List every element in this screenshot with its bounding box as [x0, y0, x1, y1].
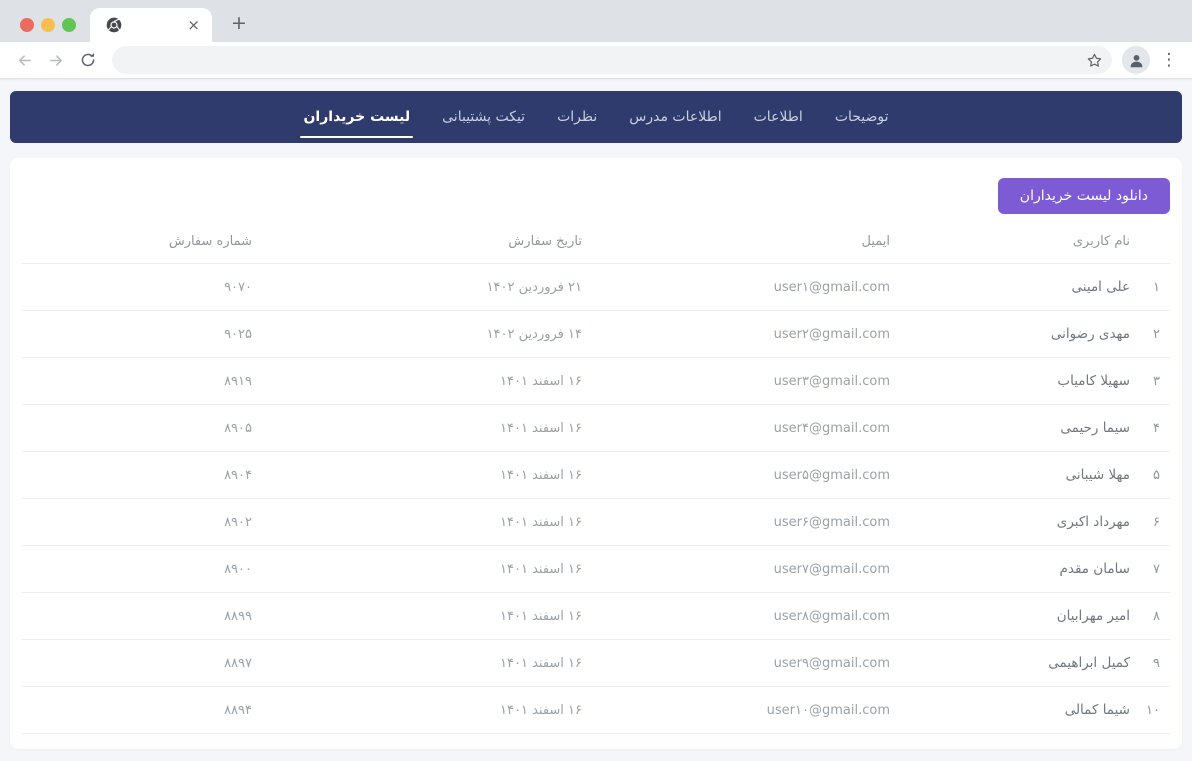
site-favicon-icon — [106, 17, 122, 33]
cell-order-number: ۸۹۰۲ — [22, 499, 258, 546]
cell-order-number: ۸۹۰۴ — [22, 452, 258, 499]
cell-username: کمیل ابراهیمی — [896, 640, 1136, 687]
tab-information[interactable]: اطلاعات — [753, 105, 804, 129]
table-row: ۹ کمیل ابراهیمی user۹@gmail.com ۱۶ اسفند… — [22, 640, 1170, 687]
cell-email: user۳@gmail.com — [588, 358, 896, 405]
cell-row-number: ۵ — [1136, 452, 1170, 499]
tab-descriptions[interactable]: توضیحات — [834, 105, 890, 129]
header-row-number — [1136, 224, 1170, 264]
page-background: توضیحات اطلاعات اطلاعات مدرس نظرات تیکت … — [0, 79, 1192, 761]
table-row: ۷ سامان مقدم user۷@gmail.com ۱۶ اسفند ۱۴… — [22, 546, 1170, 593]
tab-support-ticket[interactable]: تیکت پشتیبانی — [441, 105, 526, 129]
cell-order-date: ۱۶ اسفند ۱۴۰۱ — [258, 405, 588, 452]
cell-email: user۴@gmail.com — [588, 405, 896, 452]
cell-row-number: ۶ — [1136, 499, 1170, 546]
cell-order-number: ۸۹۰۵ — [22, 405, 258, 452]
profile-avatar-button[interactable] — [1122, 46, 1150, 74]
browser-tab[interactable]: × — [90, 8, 212, 42]
course-tabs-bar: توضیحات اطلاعات اطلاعات مدرس نظرات تیکت … — [10, 91, 1182, 143]
cell-username: مهدی رضوانی — [896, 311, 1136, 358]
new-tab-button[interactable]: + — [228, 13, 250, 35]
browser-menu-icon[interactable]: ⋮ — [1160, 50, 1178, 70]
cell-email: user۱@gmail.com — [588, 264, 896, 311]
cell-email: user۹@gmail.com — [588, 640, 896, 687]
cell-username: مهلا شیبانی — [896, 452, 1136, 499]
cell-order-number: ۸۸۹۷ — [22, 640, 258, 687]
buyers-card: دانلود لیست خریداران نام کاربری ایمیل تا… — [10, 158, 1182, 749]
browser-titlebar: × + — [0, 0, 1192, 42]
table-row: ۱ علی امینی user۱@gmail.com ۲۱ فروردین ۱… — [22, 264, 1170, 311]
user-avatar-icon — [1128, 52, 1145, 69]
table-row: ۵ مهلا شیبانی user۵@gmail.com ۱۶ اسفند ۱… — [22, 452, 1170, 499]
window-controls — [20, 18, 76, 32]
header-username: نام کاربری — [896, 224, 1136, 264]
cell-order-date: ۱۶ اسفند ۱۴۰۱ — [258, 640, 588, 687]
cell-row-number: ۹ — [1136, 640, 1170, 687]
url-input[interactable] — [112, 46, 1112, 74]
bookmark-star-icon[interactable] — [1086, 52, 1103, 69]
cell-row-number: ۱ — [1136, 264, 1170, 311]
cell-email: user۵@gmail.com — [588, 452, 896, 499]
cell-order-number: ۹۰۲۵ — [22, 311, 258, 358]
cell-row-number: ۴ — [1136, 405, 1170, 452]
cell-order-number: ۸۸۹۹ — [22, 593, 258, 640]
table-row: ۲ مهدی رضوانی user۲@gmail.com ۱۴ فروردین… — [22, 311, 1170, 358]
header-order-number: شماره سفارش — [22, 224, 258, 264]
table-row: ۶ مهرداد اکبری user۶@gmail.com ۱۶ اسفند … — [22, 499, 1170, 546]
buyers-table: نام کاربری ایمیل تاریخ سفارش شماره سفارش… — [22, 224, 1170, 734]
cell-order-number: ۸۹۰۰ — [22, 546, 258, 593]
cell-email: user۶@gmail.com — [588, 499, 896, 546]
table-row: ۳ سهیلا کامیاب user۳@gmail.com ۱۶ اسفند … — [22, 358, 1170, 405]
cell-email: user۱۰@gmail.com — [588, 687, 896, 734]
table-row: ۸ امیر مهرابیان user۸@gmail.com ۱۶ اسفند… — [22, 593, 1170, 640]
cell-order-number: ۹۰۷۰ — [22, 264, 258, 311]
cell-username: سامان مقدم — [896, 546, 1136, 593]
cell-order-date: ۱۶ اسفند ۱۴۰۱ — [258, 452, 588, 499]
tab-buyers-list[interactable]: لیست خریداران — [302, 105, 411, 129]
cell-order-date: ۱۶ اسفند ۱۴۰۱ — [258, 687, 588, 734]
header-order-date: تاریخ سفارش — [258, 224, 588, 264]
cell-username: سهیلا کامیاب — [896, 358, 1136, 405]
browser-toolbar: ⋮ — [0, 42, 1192, 79]
maximize-window-button[interactable] — [62, 18, 76, 32]
minimize-window-button[interactable] — [41, 18, 55, 32]
header-email: ایمیل — [588, 224, 896, 264]
card-actions-row: دانلود لیست خریداران — [22, 178, 1170, 214]
cell-order-date: ۱۴ فروردین ۱۴۰۲ — [258, 311, 588, 358]
cell-username: امیر مهرابیان — [896, 593, 1136, 640]
cell-order-date: ۱۶ اسفند ۱۴۰۱ — [258, 546, 588, 593]
table-row: ۱۰ شیما کمالی user۱۰@gmail.com ۱۶ اسفند … — [22, 687, 1170, 734]
cell-email: user۸@gmail.com — [588, 593, 896, 640]
table-row: ۴ سیما رحیمی user۴@gmail.com ۱۶ اسفند ۱۴… — [22, 405, 1170, 452]
close-tab-icon[interactable]: × — [187, 18, 200, 33]
cell-username: مهرداد اکبری — [896, 499, 1136, 546]
cell-row-number: ۸ — [1136, 593, 1170, 640]
reload-icon[interactable] — [76, 48, 100, 72]
cell-email: user۷@gmail.com — [588, 546, 896, 593]
cell-row-number: ۲ — [1136, 311, 1170, 358]
back-icon[interactable] — [12, 48, 36, 72]
table-header-row: نام کاربری ایمیل تاریخ سفارش شماره سفارش — [22, 224, 1170, 264]
cell-username: علی امینی — [896, 264, 1136, 311]
cell-order-date: ۲۱ فروردین ۱۴۰۲ — [258, 264, 588, 311]
download-buyers-list-button[interactable]: دانلود لیست خریداران — [998, 178, 1170, 214]
cell-order-date: ۱۶ اسفند ۱۴۰۱ — [258, 358, 588, 405]
cell-order-date: ۱۶ اسفند ۱۴۰۱ — [258, 499, 588, 546]
cell-order-date: ۱۶ اسفند ۱۴۰۱ — [258, 593, 588, 640]
cell-username: شیما کمالی — [896, 687, 1136, 734]
close-window-button[interactable] — [20, 18, 34, 32]
cell-email: user۲@gmail.com — [588, 311, 896, 358]
cell-row-number: ۷ — [1136, 546, 1170, 593]
cell-order-number: ۸۹۱۹ — [22, 358, 258, 405]
cell-row-number: ۳ — [1136, 358, 1170, 405]
cell-username: سیما رحیمی — [896, 405, 1136, 452]
cell-row-number: ۱۰ — [1136, 687, 1170, 734]
forward-icon[interactable] — [44, 48, 68, 72]
tab-instructor-info[interactable]: اطلاعات مدرس — [628, 105, 722, 129]
tab-comments[interactable]: نظرات — [556, 105, 598, 129]
cell-order-number: ۸۸۹۴ — [22, 687, 258, 734]
